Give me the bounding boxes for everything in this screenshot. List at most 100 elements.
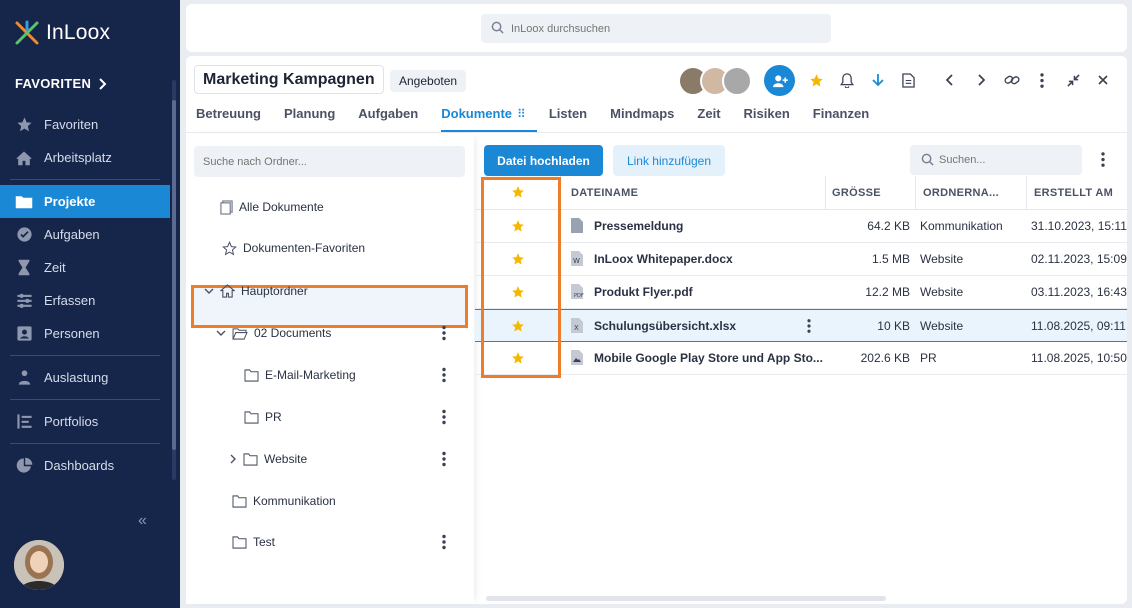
- add-member-button[interactable]: [764, 65, 795, 96]
- user-avatar[interactable]: [14, 540, 64, 590]
- upload-file-button[interactable]: Datei hochladen: [484, 145, 603, 176]
- kebab-menu-icon[interactable]: [441, 451, 447, 467]
- tree-item-label: 02 Documents: [254, 326, 332, 340]
- star-outline-icon: [222, 240, 237, 255]
- column-header-name[interactable]: DATEINAME: [571, 187, 638, 199]
- sidebar-item-zeit[interactable]: Zeit: [0, 251, 170, 284]
- sidebar-item-label: Aufgaben: [44, 227, 100, 242]
- add-link-button[interactable]: Link hinzufügen: [613, 145, 725, 176]
- sidebar-item-dashboards[interactable]: Dashboards: [0, 449, 170, 482]
- folder-icon: [232, 535, 247, 549]
- logo-icon: [15, 20, 39, 45]
- close-button[interactable]: [1093, 70, 1113, 90]
- tree-item-test[interactable]: Test: [232, 531, 275, 553]
- sidebar-scrollbar[interactable]: [172, 100, 176, 450]
- sidebar-item-projekte[interactable]: Projekte: [0, 185, 170, 218]
- person-load-icon: [15, 369, 33, 387]
- chevron-down-icon: [204, 288, 214, 294]
- status-badge[interactable]: Angeboten: [390, 70, 467, 92]
- sidebar-item-aufgaben[interactable]: Aufgaben: [0, 218, 170, 251]
- project-title[interactable]: Marketing Kampagnen: [194, 65, 384, 94]
- logo[interactable]: InLoox: [14, 20, 110, 46]
- more-options-button[interactable]: [1032, 70, 1052, 90]
- folder-name: PR: [920, 351, 937, 365]
- sidebar-item-favoriten[interactable]: Favoriten: [0, 108, 170, 141]
- file-name[interactable]: Pressemeldung: [594, 219, 683, 233]
- tree-item-email-marketing[interactable]: E-Mail-Marketing: [244, 364, 356, 386]
- tab-zeit[interactable]: Zeit: [697, 104, 731, 132]
- file-name[interactable]: Produkt Flyer.pdf: [594, 285, 693, 299]
- sidebar-item-label: Favoriten: [44, 117, 99, 132]
- tree-item-pr[interactable]: PR: [244, 406, 282, 428]
- table-row[interactable]: W InLoox Whitepaper.docx 1.5 MB Website …: [475, 243, 1127, 276]
- table-row[interactable]: Pressemeldung 64.2 KB Kommunikation 31.1…: [475, 210, 1127, 243]
- tree-item-all-documents[interactable]: Alle Dokumente: [220, 196, 324, 218]
- avatar[interactable]: [722, 66, 752, 96]
- kebab-menu-icon[interactable]: [1101, 152, 1105, 167]
- file-name[interactable]: InLoox Whitepaper.docx: [594, 252, 733, 266]
- kebab-menu-icon[interactable]: [441, 409, 447, 425]
- tab-label: Dokumente: [441, 106, 513, 121]
- copy-link-button[interactable]: [1002, 70, 1022, 90]
- tree-item-kommunikation[interactable]: Kommunikation: [232, 490, 336, 512]
- column-header-folder[interactable]: ORDNERNA...: [923, 187, 999, 199]
- sidebar-item-personen[interactable]: Personen: [0, 317, 170, 350]
- project-members[interactable]: [678, 66, 752, 96]
- table-row[interactable]: X Schulungsübersicht.xlsx 10 KB Website …: [475, 309, 1127, 342]
- tab-listen[interactable]: Listen: [549, 104, 598, 132]
- folder-search-input[interactable]: [194, 146, 465, 177]
- report-button[interactable]: [898, 70, 918, 90]
- tree-item-document-favorites[interactable]: Dokumenten-Favoriten: [222, 237, 365, 259]
- file-name[interactable]: Schulungsübersicht.xlsx: [594, 319, 736, 333]
- kebab-menu-icon[interactable]: [441, 325, 447, 341]
- table-row[interactable]: PDF Produkt Flyer.pdf 12.2 MB Website 03…: [475, 276, 1127, 309]
- sidebar-item-erfassen[interactable]: Erfassen: [0, 284, 170, 317]
- file-size: 1.5 MB: [871, 252, 910, 266]
- tab-finanzen[interactable]: Finanzen: [813, 104, 880, 132]
- collapse-sidebar-button[interactable]: «: [138, 512, 147, 530]
- tab-risiken[interactable]: Risiken: [744, 104, 801, 132]
- favorite-project-button[interactable]: [806, 70, 826, 90]
- tree-item-02-documents[interactable]: 02 Documents: [216, 322, 331, 344]
- sidebar-item-portfolios[interactable]: Portfolios: [0, 405, 170, 438]
- file-size: 10 KB: [877, 319, 910, 333]
- sidebar-item-arbeitsplatz[interactable]: Arbeitsplatz: [0, 141, 170, 174]
- favorites-header[interactable]: FAVORITEN: [15, 76, 107, 91]
- tab-mindmaps[interactable]: Mindmaps: [610, 104, 685, 132]
- sidebar-item-auslastung[interactable]: Auslastung: [0, 361, 170, 394]
- tab-dokumente[interactable]: Dokumente ⠿: [441, 104, 537, 132]
- table-row[interactable]: Mobile Google Play Store und App Sto... …: [475, 342, 1127, 375]
- tab-betreuung[interactable]: Betreuung: [196, 104, 272, 132]
- kebab-menu-icon[interactable]: [807, 319, 811, 333]
- kebab-menu-icon[interactable]: [441, 367, 447, 383]
- global-search-input[interactable]: [481, 14, 831, 43]
- sliders-icon: [15, 292, 33, 310]
- minimize-button[interactable]: [1063, 70, 1083, 90]
- link-icon: [1004, 75, 1020, 85]
- document-search-input[interactable]: [910, 145, 1082, 175]
- tab-planung[interactable]: Planung: [284, 104, 346, 132]
- tab-aufgaben[interactable]: Aufgaben: [358, 104, 429, 132]
- drag-handle-icon: ⠿: [517, 107, 526, 121]
- notifications-button[interactable]: [837, 70, 857, 90]
- next-project-button[interactable]: [971, 70, 991, 90]
- sidebar-item-label: Arbeitsplatz: [44, 150, 112, 165]
- kebab-menu-icon[interactable]: [441, 534, 447, 550]
- hourglass-icon: [15, 259, 33, 277]
- file-name[interactable]: Mobile Google Play Store und App Sto...: [594, 351, 823, 365]
- tree-item-label: E-Mail-Marketing: [265, 368, 356, 382]
- sidebar: InLoox FAVORITEN Favoriten Arbeitsplatz …: [0, 0, 180, 608]
- folder-icon: [244, 410, 259, 424]
- previous-project-button[interactable]: [940, 70, 960, 90]
- created-date: 03.11.2023, 16:43: [1031, 285, 1127, 299]
- column-header-created[interactable]: ERSTELLT AM: [1034, 187, 1113, 199]
- file-size: 12.2 MB: [865, 285, 910, 299]
- sidebar-item-label: Dashboards: [44, 458, 115, 473]
- horizontal-scrollbar[interactable]: [486, 596, 886, 601]
- top-bar: [186, 4, 1127, 52]
- download-button[interactable]: [868, 70, 888, 90]
- contact-card-icon: [15, 325, 33, 343]
- tree-item-root[interactable]: Hauptordner: [204, 280, 308, 302]
- tree-item-website[interactable]: Website: [229, 448, 307, 470]
- column-header-size[interactable]: GRÖSSE: [832, 187, 881, 199]
